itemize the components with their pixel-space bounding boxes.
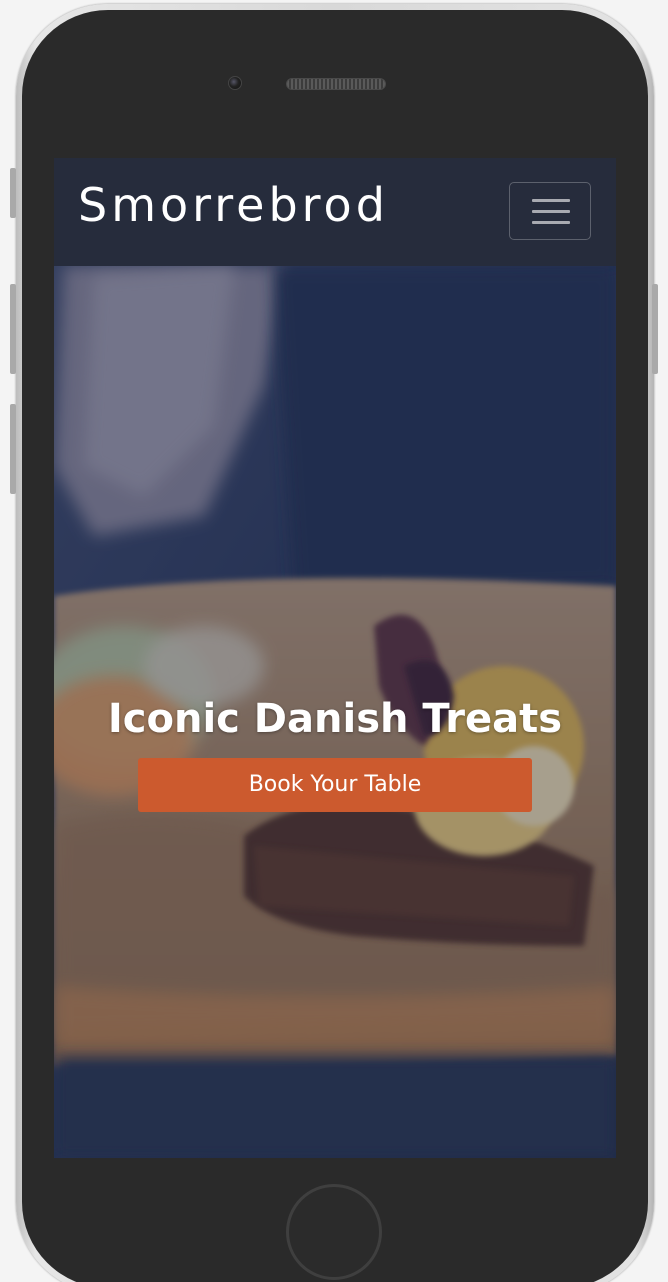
phone-screen: Smorrebrod Iconic Danish Treats Book You…	[54, 158, 616, 1158]
power-button	[652, 284, 658, 374]
front-camera-icon	[228, 76, 242, 90]
volume-up-button	[10, 284, 16, 374]
volume-down-button	[10, 404, 16, 494]
home-button[interactable]	[286, 1184, 382, 1280]
navbar-toggler-button[interactable]	[509, 182, 591, 240]
hero-title: Iconic Danish Treats	[107, 696, 563, 742]
hero-section: Iconic Danish Treats Book Your Table	[54, 266, 616, 1158]
book-table-button[interactable]: Book Your Table	[138, 758, 532, 812]
earpiece-speaker	[286, 78, 386, 90]
mute-switch	[10, 168, 16, 218]
brand-logo[interactable]: Smorrebrod	[78, 178, 389, 232]
navbar: Smorrebrod	[54, 158, 616, 266]
device-mockup: Smorrebrod Iconic Danish Treats Book You…	[0, 0, 668, 1282]
